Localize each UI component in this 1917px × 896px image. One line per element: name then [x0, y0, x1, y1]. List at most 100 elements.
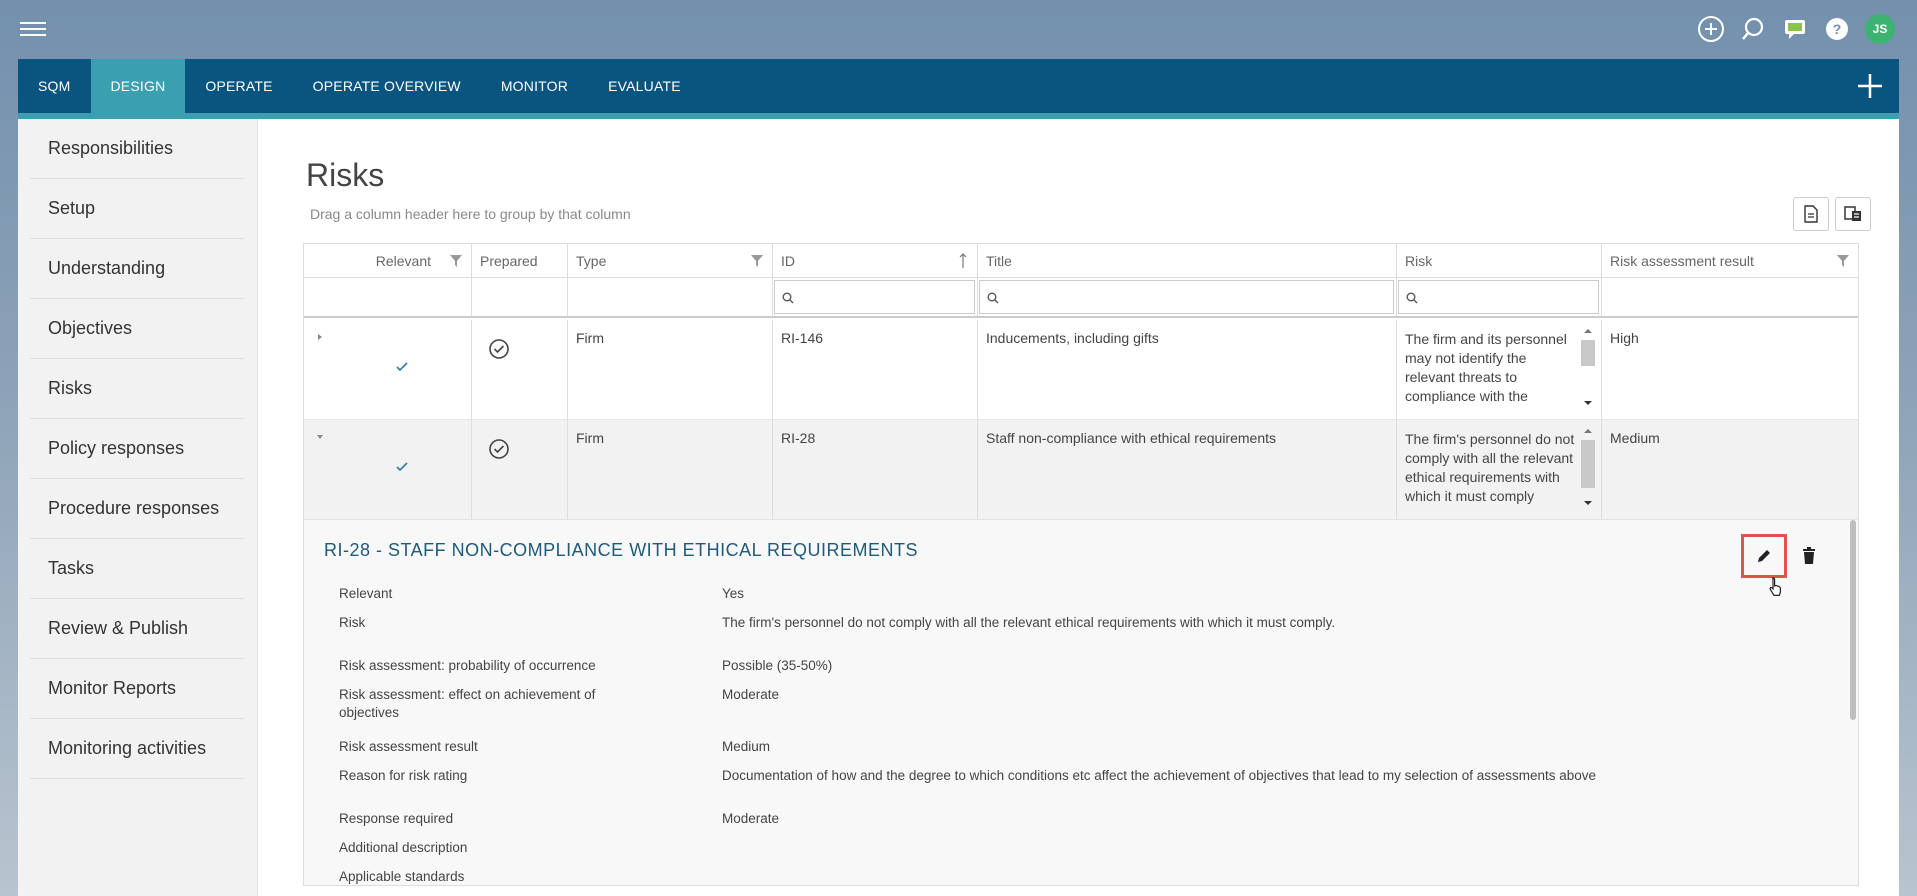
field-value-response-required: Moderate: [722, 811, 780, 826]
sidebar-item-tasks[interactable]: Tasks: [30, 539, 244, 599]
field-label-result: Risk assessment result: [339, 739, 478, 754]
cell-scrollbar[interactable]: [1581, 328, 1595, 406]
export-pdf-button[interactable]: [1793, 197, 1829, 231]
scroll-down-icon[interactable]: [1583, 400, 1593, 406]
col-relevant[interactable]: Relevant: [304, 244, 472, 277]
detail-scrollbar[interactable]: [1850, 520, 1856, 720]
scroll-up-icon[interactable]: [1583, 328, 1593, 334]
tab-evaluate[interactable]: EVALUATE: [588, 59, 701, 113]
col-type[interactable]: Type: [568, 244, 773, 277]
col-risk-label: Risk: [1405, 252, 1433, 269]
column-chooser-button[interactable]: [1835, 197, 1871, 231]
sidebar-item-policy-responses[interactable]: Policy responses: [30, 419, 244, 479]
title-search-input[interactable]: [979, 280, 1394, 314]
field-value-probability: Possible (35-50%): [722, 658, 833, 673]
help-icon[interactable]: ?: [1823, 15, 1851, 43]
field-label-reason: Reason for risk rating: [339, 768, 468, 783]
field-value-result: Medium: [722, 739, 771, 754]
col-id-label: ID: [781, 252, 795, 269]
mouse-pointer-icon: [1767, 576, 1785, 603]
chat-icon[interactable]: [1781, 15, 1809, 43]
content-area: Risks Drag a column header here to group…: [258, 119, 1899, 896]
check-circle-icon: [489, 439, 509, 459]
result-cell: Medium: [1610, 430, 1660, 446]
field-label-effect: Risk assessment: effect on achievement o…: [339, 687, 596, 720]
sidebar-item-risks[interactable]: Risks: [30, 359, 244, 419]
table-row[interactable]: Firm RI-146 Inducements, including gifts…: [304, 320, 1858, 420]
col-id[interactable]: ID: [773, 244, 978, 277]
col-result[interactable]: Risk assessment result: [1602, 244, 1858, 277]
checkmark-icon: [396, 362, 408, 372]
delete-button[interactable]: [1792, 538, 1826, 574]
tab-design[interactable]: DESIGN: [90, 59, 186, 113]
sidebar-item-monitoring-activities[interactable]: Monitoring activities: [30, 719, 244, 779]
edit-button[interactable]: [1741, 534, 1787, 578]
filter-icon[interactable]: [449, 254, 463, 268]
scroll-thumb[interactable]: [1581, 440, 1595, 488]
field-label-additional-description: Additional description: [339, 840, 468, 855]
sidebar-item-monitor-reports[interactable]: Monitor Reports: [30, 659, 244, 719]
expand-arrow-icon[interactable]: [316, 332, 324, 342]
top-icons: ? JS: [1697, 14, 1895, 44]
relevant-cell: [304, 420, 472, 519]
tab-operate[interactable]: OPERATE: [185, 59, 292, 113]
filter-icon[interactable]: [750, 254, 764, 268]
search-icon: [987, 292, 999, 304]
title-cell: Inducements, including gifts: [978, 320, 1397, 419]
col-title[interactable]: Title: [978, 244, 1397, 277]
field-value-reason: Documentation of how and the degree to w…: [722, 768, 1597, 783]
field-label-probability: Risk assessment: probability of occurren…: [339, 658, 596, 673]
page-title: Risks: [306, 157, 385, 193]
id-cell: RI-146: [773, 320, 978, 419]
sort-ascending-icon[interactable]: [959, 253, 967, 269]
filter-cell-relevant: [304, 278, 472, 316]
tab-sqm[interactable]: SQM: [18, 59, 91, 113]
col-type-label: Type: [576, 252, 607, 269]
sidebar-item-responsibilities[interactable]: Responsibilities: [30, 119, 244, 179]
avatar[interactable]: JS: [1865, 14, 1895, 44]
grid-filter-row: [304, 278, 1858, 318]
type-cell: Firm: [568, 420, 773, 519]
add-icon[interactable]: [1855, 71, 1885, 101]
filter-cell-title: [978, 278, 1397, 316]
grid-header: Relevant Prepared Type ID Title Risk Ris…: [304, 244, 1858, 278]
hamburger-menu-icon[interactable]: [20, 18, 46, 38]
field-label-relevant: Relevant: [339, 586, 393, 601]
document-icon: [1804, 205, 1818, 223]
group-by-hint[interactable]: Drag a column header here to group by th…: [310, 206, 631, 222]
filter-cell-prepared: [472, 278, 568, 316]
col-risk[interactable]: Risk: [1397, 244, 1602, 277]
scroll-down-icon[interactable]: [1583, 500, 1593, 506]
collapse-arrow-icon[interactable]: [315, 433, 325, 441]
sidebar-item-review-publish[interactable]: Review & Publish: [30, 599, 244, 659]
sidebar-item-objectives[interactable]: Objectives: [30, 299, 244, 359]
risk-cell: The firm's personnel do not comply with …: [1397, 420, 1602, 519]
col-result-label: Risk assessment result: [1610, 252, 1754, 269]
svg-text:?: ?: [1833, 21, 1842, 37]
sidebar-item-setup[interactable]: Setup: [30, 179, 244, 239]
sidebar: Responsibilities Setup Understanding Obj…: [18, 119, 258, 896]
field-value-effect: Moderate: [722, 687, 780, 702]
id-cell: RI-28: [773, 420, 978, 519]
field-value-risk: The firm's personnel do not comply with …: [722, 615, 1336, 630]
sidebar-item-understanding[interactable]: Understanding: [30, 239, 244, 299]
risk-search-input[interactable]: [1398, 280, 1599, 314]
tab-operate-overview[interactable]: OPERATE OVERVIEW: [293, 59, 481, 113]
search-icon[interactable]: [1739, 15, 1767, 43]
checkmark-icon: [396, 462, 408, 472]
main-panel: Responsibilities Setup Understanding Obj…: [18, 119, 1899, 896]
relevant-cell: [304, 320, 472, 419]
filter-icon[interactable]: [1836, 254, 1850, 268]
risk-text: The firm and its personnel may not ident…: [1405, 331, 1567, 410]
cell-scrollbar[interactable]: [1581, 428, 1595, 506]
id-search-input[interactable]: [774, 280, 975, 314]
table-row[interactable]: Firm RI-28 Staff non-compliance with eth…: [304, 420, 1858, 520]
col-prepared[interactable]: Prepared: [472, 244, 568, 277]
tab-monitor[interactable]: MONITOR: [481, 59, 588, 113]
scroll-up-icon[interactable]: [1583, 428, 1593, 434]
scroll-thumb[interactable]: [1581, 340, 1595, 366]
plus-circle-icon[interactable]: [1697, 15, 1725, 43]
detail-panel: RI-28 - STAFF NON-COMPLIANCE WITH ETHICA…: [304, 520, 1858, 885]
sidebar-item-procedure-responses[interactable]: Procedure responses: [30, 479, 244, 539]
field-label-risk: Risk: [339, 615, 366, 630]
